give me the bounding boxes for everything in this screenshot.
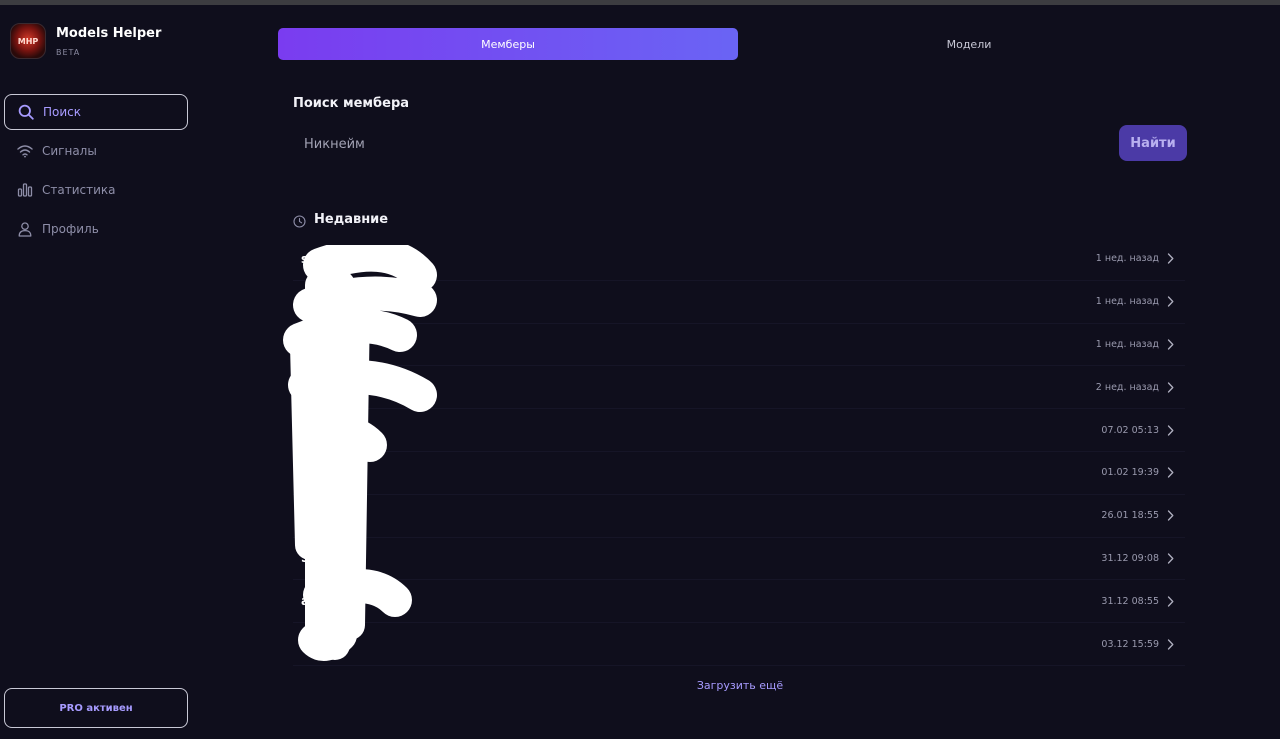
chevron-right-icon [1167,381,1177,393]
recent-row[interactable]: °c 07.02 05:13 [293,409,1185,452]
recent-row[interactable]: 3 1 нед. назад [293,324,1185,367]
gold-badge-icon: °c [307,424,318,436]
row-left: y [301,295,309,309]
recent-row[interactable]: °c 01.02 19:39 [293,452,1185,495]
last-seen-time: 1 нед. назад [1095,338,1159,350]
recent-list: silentsc 1 нед. назад y 1 нед. назад 3 1 нед.… [293,238,1185,666]
chevron-right-icon [1167,595,1177,607]
row-right: 1 нед. назад [1096,338,1177,350]
app-title: Models Helper [56,25,162,41]
recent-row[interactable]: 26.01 18:55 [293,495,1185,538]
sidebar-item-label: Сигналы [42,144,97,158]
chevron-right-icon [1167,338,1177,350]
tab-bar: Мемберы Модели [278,28,1202,60]
member-name: 3 [301,337,310,352]
sidebar-item-signals[interactable]: Сигналы [4,133,188,169]
clock-icon [293,213,306,228]
chat-badge-icon [324,552,336,564]
last-seen-time: 07.02 05:13 [1101,424,1159,436]
row-left: 3 [301,337,327,351]
row-left: 55 [301,551,336,565]
row-right: 01.02 19:39 [1101,467,1177,479]
sidebar: MHP Models Helper BETA Поиск Сигналы Ста… [0,5,196,739]
member-name: 55 [301,551,318,566]
last-seen-time: 1 нед. назад [1095,296,1159,308]
chevron-right-icon [1167,424,1177,436]
search-icon [17,103,35,121]
row-left: ri [301,637,329,651]
chat-badge-icon [317,638,329,650]
member-name: y [301,294,309,309]
chat-badge-icon [315,338,327,350]
logo-text: MHP [17,36,39,46]
search-section-title: Поиск мембера [293,96,410,111]
gold-badge-icon: °c [307,467,318,479]
chevron-right-icon [1167,467,1177,479]
nickname-search-input[interactable] [293,126,1111,162]
find-button[interactable]: Найти [1119,125,1187,161]
svg-text:°c: °c [307,467,318,479]
brand-text: Models Helper BETA [56,26,161,57]
row-right: 2 нед. назад [1096,381,1177,393]
member-name: ri [301,637,312,652]
sidebar-item-profile[interactable]: Профиль [4,211,188,247]
row-right: 31.12 09:08 [1101,552,1177,564]
last-seen-time: 26.01 18:55 [1101,510,1159,522]
bar-chart-icon [16,181,34,199]
recent-row[interactable]: 55 31.12 09:08 [293,538,1185,581]
sidebar-item-search[interactable]: Поиск [4,94,188,130]
row-right: 1 нед. назад [1096,253,1177,265]
tab-members[interactable]: Мемберы [278,28,738,60]
sidebar-item-statistics[interactable]: Статистика [4,172,188,208]
last-seen-time: 03.12 15:59 [1101,638,1159,650]
recent-row[interactable]: 2 нед. назад [293,366,1185,410]
row-left: a [301,594,309,608]
row-left: °c [301,424,318,436]
last-seen-time: 01.02 19:39 [1101,467,1159,479]
app-subtitle: BETA [56,47,81,57]
recent-title: Недавние [314,212,389,227]
last-seen-time: 31.12 09:08 [1101,552,1159,564]
sidebar-nav: Поиск Сигналы Статистика Профиль [4,94,188,250]
row-right: 07.02 05:13 [1101,424,1177,436]
recent-row[interactable]: ri 03.12 15:59 [293,623,1185,666]
last-seen-time: 31.12 08:55 [1101,595,1159,607]
recent-row[interactable]: silentsc 1 нед. назад [293,238,1185,281]
recent-row[interactable]: a 31.12 08:55 [293,580,1185,624]
chevron-right-icon [1167,296,1177,308]
row-right: 03.12 15:59 [1101,638,1177,650]
chevron-right-icon [1167,253,1177,265]
row-left: °c [301,467,318,479]
sidebar-item-label: Профиль [42,222,99,236]
member-name: silentsc [301,251,354,266]
wifi-icon [16,142,34,160]
pro-status-button[interactable]: PRO активен [4,688,188,728]
app-logo: MHP [10,23,46,59]
sidebar-item-label: Поиск [43,105,82,119]
row-right: 26.01 18:55 [1101,510,1177,522]
last-seen-time: 2 нед. назад [1095,381,1159,393]
chevron-right-icon [1167,510,1177,522]
svg-text:°c: °c [307,424,318,436]
recent-row[interactable]: y 1 нед. назад [293,281,1185,324]
chevron-right-icon [1167,552,1177,564]
load-more-link[interactable]: Загрузить ещё [690,679,790,692]
member-name: a [301,594,310,609]
last-seen-time: 1 нед. назад [1095,253,1159,265]
sidebar-item-label: Статистика [42,183,116,197]
row-right: 1 нед. назад [1096,296,1177,308]
user-icon [16,220,34,238]
row-right: 31.12 08:55 [1101,595,1177,607]
row-left: silentsc [301,252,353,266]
brand: MHP Models Helper BETA [10,23,161,59]
chevron-right-icon [1167,638,1177,650]
tab-models[interactable]: Модели [738,28,1200,60]
recent-header: Недавние [293,212,389,228]
